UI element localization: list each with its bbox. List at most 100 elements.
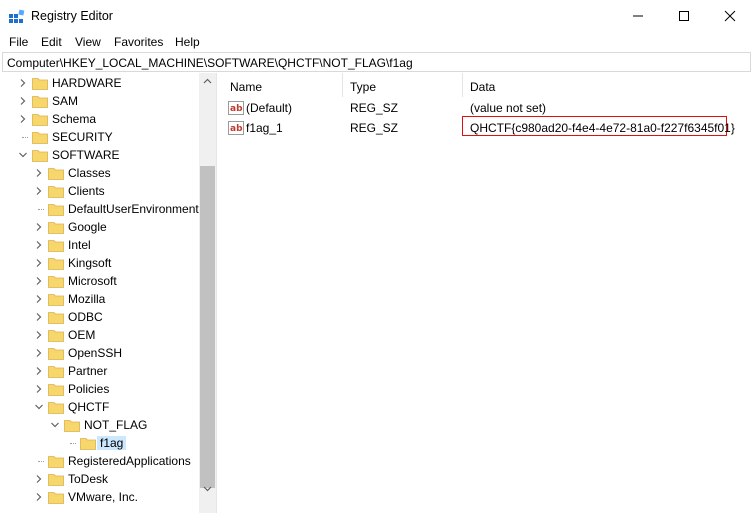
chevron-right-icon[interactable] <box>34 240 44 250</box>
value-name: f1ag_1 <box>246 121 283 135</box>
folder-icon <box>32 114 48 126</box>
chevron-right-icon[interactable] <box>18 78 28 88</box>
scroll-down-icon[interactable] <box>203 484 212 493</box>
folder-icon <box>48 258 64 270</box>
close-button[interactable] <box>707 0 753 32</box>
menu-favorites[interactable]: Favorites <box>114 35 163 49</box>
chevron-right-icon[interactable] <box>34 474 44 484</box>
menu-help[interactable]: Help <box>175 35 200 49</box>
tree-item[interactable]: Mozilla <box>0 290 200 308</box>
tree-item[interactable]: OEM <box>0 326 200 344</box>
tree-item[interactable]: ODBC <box>0 308 200 326</box>
column-header-data[interactable]: Data <box>462 73 753 97</box>
tree-item[interactable]: VMware, Inc. <box>0 488 200 506</box>
tree-item-label: RegisteredApplications <box>68 454 191 468</box>
scrollbar-thumb[interactable] <box>200 166 215 488</box>
tree-item[interactable]: ToDesk <box>0 470 200 488</box>
tree-item[interactable]: Google <box>0 218 200 236</box>
address-path[interactable]: Computer\HKEY_LOCAL_MACHINE\SOFTWARE\QHC… <box>7 56 413 70</box>
string-value-icon: ab <box>228 121 244 135</box>
chevron-right-icon[interactable] <box>34 312 44 322</box>
key-tree[interactable]: HARDWARE SAM Schema SECURITY SOFTWARE Classes… <box>0 73 216 513</box>
tree-item[interactable]: Policies <box>0 380 200 398</box>
tree-item-label: OEM <box>68 328 96 342</box>
tree-item[interactable]: Microsoft <box>0 272 200 290</box>
column-header-type[interactable]: Type <box>342 73 462 97</box>
string-value-icon: ab <box>228 101 244 115</box>
tree-item[interactable]: RegisteredApplications <box>0 452 200 470</box>
chevron-right-icon[interactable] <box>34 294 44 304</box>
chevron-right-icon[interactable] <box>34 222 44 232</box>
chevron-right-icon[interactable] <box>34 258 44 268</box>
tree-item[interactable]: QHCTF <box>0 398 200 416</box>
minimize-icon <box>633 15 643 17</box>
tree-item[interactable]: SAM <box>0 92 200 110</box>
chevron-right-icon[interactable] <box>18 114 28 124</box>
tree-item[interactable]: Classes <box>0 164 200 182</box>
menu-edit[interactable]: Edit <box>41 35 62 49</box>
close-icon <box>724 10 736 22</box>
tree-item[interactable]: SOFTWARE <box>0 146 200 164</box>
chevron-down-icon[interactable] <box>50 420 60 430</box>
chevron-right-icon[interactable] <box>34 168 44 178</box>
address-bar[interactable]: Computer\HKEY_LOCAL_MACHINE\SOFTWARE\QHC… <box>2 52 751 72</box>
chevron-right-icon[interactable] <box>34 330 44 340</box>
title-bar[interactable]: Registry Editor <box>0 0 753 32</box>
menu-view[interactable]: View <box>75 35 101 49</box>
folder-icon <box>80 438 96 450</box>
chevron-right-icon[interactable] <box>34 366 44 376</box>
chevron-down-icon[interactable] <box>18 150 28 160</box>
folder-icon <box>48 366 64 378</box>
tree-connector <box>38 461 44 462</box>
scroll-up-icon[interactable] <box>203 77 212 86</box>
folder-icon <box>48 492 64 504</box>
folder-icon <box>48 168 64 180</box>
tree-item[interactable]: Intel <box>0 236 200 254</box>
value-data: (value not set) <box>470 101 547 115</box>
tree-item-label: Microsoft <box>68 274 117 288</box>
tree-item[interactable]: Clients <box>0 182 200 200</box>
values-list[interactable]: Name Type Data ab (Default) REG_SZ (valu… <box>222 73 753 513</box>
minimize-button[interactable] <box>615 0 661 32</box>
chevron-right-icon[interactable] <box>34 348 44 358</box>
tree-item-label: Google <box>68 220 107 234</box>
column-header-name[interactable]: Name <box>222 73 342 97</box>
folder-icon <box>48 276 64 288</box>
tree-item-label: f1ag <box>97 436 127 450</box>
tree-item[interactable]: f1ag <box>0 434 200 452</box>
chevron-right-icon[interactable] <box>34 492 44 502</box>
chevron-right-icon[interactable] <box>34 186 44 196</box>
chevron-down-icon[interactable] <box>34 402 44 412</box>
value-row[interactable]: ab f1ag_1 REG_SZ QHCTF{c980ad20-f4e4-4e7… <box>222 116 753 138</box>
tree-item-label: Clients <box>68 184 105 198</box>
tree-connector <box>38 209 44 210</box>
tree-item[interactable]: OpenSSH <box>0 344 200 362</box>
folder-icon <box>48 348 64 360</box>
tree-item-label: DefaultUserEnvironment <box>68 202 199 216</box>
folder-icon <box>48 240 64 252</box>
menu-file[interactable]: File <box>9 35 28 49</box>
maximize-button[interactable] <box>661 0 707 32</box>
folder-icon <box>64 420 80 432</box>
tree-item[interactable]: NOT_FLAG <box>0 416 200 434</box>
tree-scrollbar[interactable] <box>199 73 216 513</box>
tree-item[interactable]: HARDWARE <box>0 74 200 92</box>
chevron-right-icon[interactable] <box>34 384 44 394</box>
tree-item[interactable]: DefaultUserEnvironment <box>0 200 200 218</box>
menu-bar: File Edit View Favorites Help <box>0 32 753 52</box>
folder-icon <box>48 204 64 216</box>
folder-icon <box>32 78 48 90</box>
tree-item[interactable]: SECURITY <box>0 128 200 146</box>
tree-item-label: NOT_FLAG <box>84 418 148 432</box>
tree-item[interactable]: Partner <box>0 362 200 380</box>
folder-icon <box>48 456 64 468</box>
folder-icon <box>32 96 48 108</box>
chevron-right-icon[interactable] <box>34 276 44 286</box>
tree-item-label: Policies <box>68 382 110 396</box>
value-row[interactable]: ab (Default) REG_SZ (value not set) <box>222 98 753 118</box>
folder-icon <box>48 402 64 414</box>
value-data: QHCTF{c980ad20-f4e4-4e72-81a0-f227f6345f… <box>470 121 735 135</box>
tree-item[interactable]: Schema <box>0 110 200 128</box>
tree-item[interactable]: Kingsoft <box>0 254 200 272</box>
chevron-right-icon[interactable] <box>18 96 28 106</box>
